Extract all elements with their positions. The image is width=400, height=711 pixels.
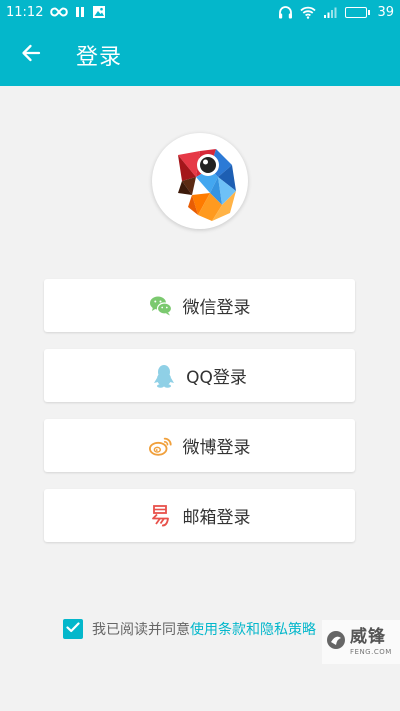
email-login-label: 邮箱登录 <box>182 508 251 528</box>
weibo-icon <box>148 434 173 458</box>
watermark-main: 威锋 <box>350 626 386 647</box>
qq-login-label: QQ登录 <box>186 368 247 388</box>
status-time: 11:12 <box>6 4 44 20</box>
email-yi-icon <box>149 504 173 528</box>
watermark: 威锋 FENG.COM <box>322 620 400 664</box>
agreement-row: 我已阅读并同意 使用条款和隐私策略 <box>63 618 316 640</box>
wifi-icon <box>300 6 317 19</box>
wechat-icon <box>149 294 173 318</box>
watermark-logo-icon <box>326 630 346 654</box>
signal-icon <box>323 6 338 19</box>
wechat-login-button[interactable]: 微信登录 <box>44 279 355 332</box>
qq-penguin-icon <box>152 364 176 388</box>
agreement-checkbox[interactable] <box>63 619 83 639</box>
app-logo <box>152 133 248 229</box>
arrow-left-icon <box>21 44 41 66</box>
wechat-login-label: 微信登录 <box>182 298 251 318</box>
battery-icon <box>345 6 371 18</box>
infinity-icon <box>50 7 69 17</box>
back-button[interactable] <box>0 24 62 86</box>
agreement-text: 我已阅读并同意 <box>92 622 190 638</box>
email-login-button[interactable]: 邮箱登录 <box>44 489 355 542</box>
battery-level: 39 <box>377 4 394 20</box>
parrot-logo-icon <box>178 149 236 221</box>
checkmark-icon <box>66 621 80 637</box>
weibo-login-button[interactable]: 微博登录 <box>44 419 355 472</box>
weibo-login-label: 微博登录 <box>182 438 251 458</box>
pause-icon <box>75 6 85 18</box>
status-right: 39 <box>278 5 394 20</box>
page-title: 登录 <box>76 45 123 70</box>
image-notification-icon <box>92 5 106 19</box>
terms-privacy-link[interactable]: 使用条款和隐私策略 <box>190 619 316 639</box>
app-bar: 登录 <box>0 24 400 86</box>
status-bar: 11:12 39 <box>0 0 400 24</box>
status-left: 11:12 <box>6 5 106 20</box>
watermark-sub: FENG.COM <box>350 647 392 656</box>
qq-login-button[interactable]: QQ登录 <box>44 349 355 402</box>
headphones-icon <box>278 5 293 19</box>
